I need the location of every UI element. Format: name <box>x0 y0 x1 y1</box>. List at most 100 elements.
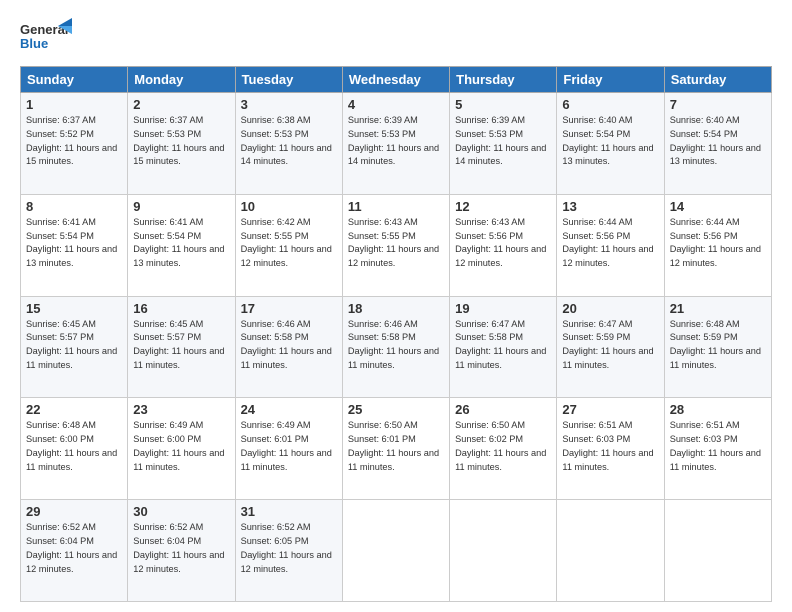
svg-text:Blue: Blue <box>20 36 48 51</box>
day-info: Sunrise: 6:39 AMSunset: 5:53 PMDaylight:… <box>455 114 551 169</box>
weekday-header-sunday: Sunday <box>21 67 128 93</box>
calendar-cell: 16 Sunrise: 6:45 AMSunset: 5:57 PMDayligh… <box>128 296 235 398</box>
day-info: Sunrise: 6:45 AMSunset: 5:57 PMDaylight:… <box>26 318 122 373</box>
calendar-cell: 11Sunrise: 6:43 AMSunset: 5:55 PMDayligh… <box>342 194 449 296</box>
day-info: Sunrise: 6:46 AMSunset: 5:58 PMDaylight:… <box>348 318 444 373</box>
calendar-cell: 15 Sunrise: 6:45 AMSunset: 5:57 PMDayligh… <box>21 296 128 398</box>
day-info: Sunrise: 6:44 AMSunset: 5:56 PMDaylight:… <box>562 216 658 271</box>
day-number: 26 <box>455 402 551 417</box>
day-number: 24 <box>241 402 337 417</box>
calendar-cell: 13 Sunrise: 6:44 AMSunset: 5:56 PMDayligh… <box>557 194 664 296</box>
calendar-cell: 19 Sunrise: 6:47 AMSunset: 5:58 PMDayligh… <box>450 296 557 398</box>
day-info: Sunrise: 6:40 AMSunset: 5:54 PMDaylight:… <box>562 114 658 169</box>
header: General Blue <box>20 16 772 58</box>
day-info: Sunrise: 6:51 AMSunset: 6:03 PMDaylight:… <box>670 419 766 474</box>
calendar-cell <box>557 500 664 602</box>
weekday-header-monday: Monday <box>128 67 235 93</box>
day-number: 1 <box>26 97 122 112</box>
weekday-header-saturday: Saturday <box>664 67 771 93</box>
day-info: Sunrise: 6:50 AMSunset: 6:02 PMDaylight:… <box>455 419 551 474</box>
day-number: 11 <box>348 199 444 214</box>
calendar-cell: 31 Sunrise: 6:52 AMSunset: 6:05 PMDayligh… <box>235 500 342 602</box>
calendar-cell: 22 Sunrise: 6:48 AMSunset: 6:00 PMDayligh… <box>21 398 128 500</box>
calendar-cell: 21Sunrise: 6:48 AMSunset: 5:59 PMDayligh… <box>664 296 771 398</box>
calendar-week-5: 29 Sunrise: 6:52 AMSunset: 6:04 PMDayligh… <box>21 500 772 602</box>
day-info: Sunrise: 6:41 AMSunset: 5:54 PMDaylight:… <box>26 216 122 271</box>
day-info: Sunrise: 6:42 AMSunset: 5:55 PMDaylight:… <box>241 216 337 271</box>
day-info: Sunrise: 6:51 AMSunset: 6:03 PMDaylight:… <box>562 419 658 474</box>
day-number: 5 <box>455 97 551 112</box>
day-number: 29 <box>26 504 122 519</box>
calendar-cell: 7 Sunrise: 6:40 AMSunset: 5:54 PMDaylight… <box>664 93 771 195</box>
calendar-cell: 5 Sunrise: 6:39 AMSunset: 5:53 PMDaylight… <box>450 93 557 195</box>
calendar-cell: 9 Sunrise: 6:41 AMSunset: 5:54 PMDaylight… <box>128 194 235 296</box>
day-number: 13 <box>562 199 658 214</box>
day-info: Sunrise: 6:38 AMSunset: 5:53 PMDaylight:… <box>241 114 337 169</box>
day-number: 27 <box>562 402 658 417</box>
calendar-cell: 28 Sunrise: 6:51 AMSunset: 6:03 PMDayligh… <box>664 398 771 500</box>
calendar-cell <box>450 500 557 602</box>
day-number: 25 <box>348 402 444 417</box>
calendar-week-3: 15 Sunrise: 6:45 AMSunset: 5:57 PMDayligh… <box>21 296 772 398</box>
calendar-table: SundayMondayTuesdayWednesdayThursdayFrid… <box>20 66 772 602</box>
calendar-week-1: 1 Sunrise: 6:37 AMSunset: 5:52 PMDaylight… <box>21 93 772 195</box>
day-info: Sunrise: 6:49 AMSunset: 6:01 PMDaylight:… <box>241 419 337 474</box>
calendar-cell: 1 Sunrise: 6:37 AMSunset: 5:52 PMDaylight… <box>21 93 128 195</box>
calendar-cell <box>664 500 771 602</box>
calendar-cell <box>342 500 449 602</box>
calendar-cell: 4Sunrise: 6:39 AMSunset: 5:53 PMDaylight… <box>342 93 449 195</box>
calendar-cell: 30Sunrise: 6:52 AMSunset: 6:04 PMDayligh… <box>128 500 235 602</box>
day-number: 16 <box>133 301 229 316</box>
calendar-cell: 10 Sunrise: 6:42 AMSunset: 5:55 PMDayligh… <box>235 194 342 296</box>
calendar-cell: 8 Sunrise: 6:41 AMSunset: 5:54 PMDaylight… <box>21 194 128 296</box>
day-number: 18 <box>348 301 444 316</box>
day-number: 7 <box>670 97 766 112</box>
calendar-cell: 18 Sunrise: 6:46 AMSunset: 5:58 PMDayligh… <box>342 296 449 398</box>
day-info: Sunrise: 6:41 AMSunset: 5:54 PMDaylight:… <box>133 216 229 271</box>
day-number: 3 <box>241 97 337 112</box>
day-number: 14 <box>670 199 766 214</box>
day-number: 17 <box>241 301 337 316</box>
day-info: Sunrise: 6:37 AMSunset: 5:53 PMDaylight:… <box>133 114 229 169</box>
day-info: Sunrise: 6:47 AMSunset: 5:59 PMDaylight:… <box>562 318 658 373</box>
weekday-header-wednesday: Wednesday <box>342 67 449 93</box>
day-number: 8 <box>26 199 122 214</box>
general-blue-logo: General Blue <box>20 16 72 58</box>
calendar-cell: 6 Sunrise: 6:40 AMSunset: 5:54 PMDaylight… <box>557 93 664 195</box>
day-number: 19 <box>455 301 551 316</box>
day-number: 6 <box>562 97 658 112</box>
day-info: Sunrise: 6:40 AMSunset: 5:54 PMDaylight:… <box>670 114 766 169</box>
calendar-cell: 25 Sunrise: 6:50 AMSunset: 6:01 PMDayligh… <box>342 398 449 500</box>
day-number: 9 <box>133 199 229 214</box>
day-number: 20 <box>562 301 658 316</box>
day-info: Sunrise: 6:52 AMSunset: 6:04 PMDaylight:… <box>26 521 122 576</box>
day-number: 28 <box>670 402 766 417</box>
calendar-cell: 17Sunrise: 6:46 AMSunset: 5:58 PMDayligh… <box>235 296 342 398</box>
day-info: Sunrise: 6:49 AMSunset: 6:00 PMDaylight:… <box>133 419 229 474</box>
day-info: Sunrise: 6:37 AMSunset: 5:52 PMDaylight:… <box>26 114 122 169</box>
calendar-week-4: 22 Sunrise: 6:48 AMSunset: 6:00 PMDayligh… <box>21 398 772 500</box>
day-number: 31 <box>241 504 337 519</box>
weekday-header-tuesday: Tuesday <box>235 67 342 93</box>
day-info: Sunrise: 6:44 AMSunset: 5:56 PMDaylight:… <box>670 216 766 271</box>
day-info: Sunrise: 6:45 AMSunset: 5:57 PMDaylight:… <box>133 318 229 373</box>
day-number: 22 <box>26 402 122 417</box>
day-info: Sunrise: 6:47 AMSunset: 5:58 PMDaylight:… <box>455 318 551 373</box>
day-number: 12 <box>455 199 551 214</box>
weekday-header-thursday: Thursday <box>450 67 557 93</box>
day-info: Sunrise: 6:48 AMSunset: 6:00 PMDaylight:… <box>26 419 122 474</box>
day-info: Sunrise: 6:50 AMSunset: 6:01 PMDaylight:… <box>348 419 444 474</box>
calendar-cell: 3 Sunrise: 6:38 AMSunset: 5:53 PMDaylight… <box>235 93 342 195</box>
day-number: 10 <box>241 199 337 214</box>
day-number: 15 <box>26 301 122 316</box>
calendar-cell: 27 Sunrise: 6:51 AMSunset: 6:03 PMDayligh… <box>557 398 664 500</box>
day-info: Sunrise: 6:52 AMSunset: 6:05 PMDaylight:… <box>241 521 337 576</box>
day-number: 23 <box>133 402 229 417</box>
weekday-header-friday: Friday <box>557 67 664 93</box>
day-info: Sunrise: 6:48 AMSunset: 5:59 PMDaylight:… <box>670 318 766 373</box>
day-number: 30 <box>133 504 229 519</box>
calendar-header-row: SundayMondayTuesdayWednesdayThursdayFrid… <box>21 67 772 93</box>
day-info: Sunrise: 6:43 AMSunset: 5:56 PMDaylight:… <box>455 216 551 271</box>
day-number: 4 <box>348 97 444 112</box>
calendar-week-2: 8 Sunrise: 6:41 AMSunset: 5:54 PMDaylight… <box>21 194 772 296</box>
